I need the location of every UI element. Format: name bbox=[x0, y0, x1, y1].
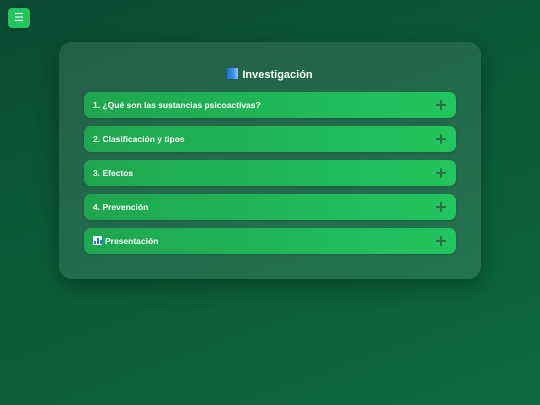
research-panel: Investigación 1. ¿Qué son las sustancias… bbox=[59, 42, 481, 279]
accordion-item-classification[interactable]: 2. Clasificación y tipos bbox=[84, 126, 456, 152]
accordion-list: 1. ¿Qué son las sustancias psicoactivas?… bbox=[84, 92, 456, 262]
plus-icon bbox=[436, 236, 446, 246]
accordion-item-label: 4. Prevención bbox=[93, 202, 149, 212]
accordion-item-effects[interactable]: 3. Efectos bbox=[84, 160, 456, 186]
accordion-item-prevention[interactable]: 4. Prevención bbox=[84, 194, 456, 220]
menu-button[interactable]: ☰ bbox=[8, 8, 30, 28]
accordion-item-label: 1. ¿Qué son las sustancias psicoactivas? bbox=[93, 100, 261, 110]
blue-book-icon bbox=[227, 68, 239, 79]
hamburger-icon: ☰ bbox=[14, 12, 24, 24]
accordion-item-label: 3. Efectos bbox=[93, 168, 134, 178]
accordion-item-label-wrap: Presentación bbox=[93, 228, 158, 254]
plus-icon bbox=[436, 134, 446, 144]
accordion-item-label: Presentación bbox=[105, 236, 159, 246]
plus-icon bbox=[436, 168, 446, 178]
panel-title: Investigación bbox=[59, 68, 481, 82]
plus-icon bbox=[436, 202, 446, 212]
accordion-item-presentation[interactable]: Presentación bbox=[84, 228, 456, 254]
accordion-item-label: 2. Clasificación y tipos bbox=[93, 134, 185, 144]
panel-title-text: Investigación bbox=[242, 69, 313, 81]
plus-icon bbox=[436, 100, 446, 110]
accordion-item-what-are[interactable]: 1. ¿Qué son las sustancias psicoactivas? bbox=[84, 92, 456, 118]
bar-chart-icon bbox=[93, 236, 102, 245]
